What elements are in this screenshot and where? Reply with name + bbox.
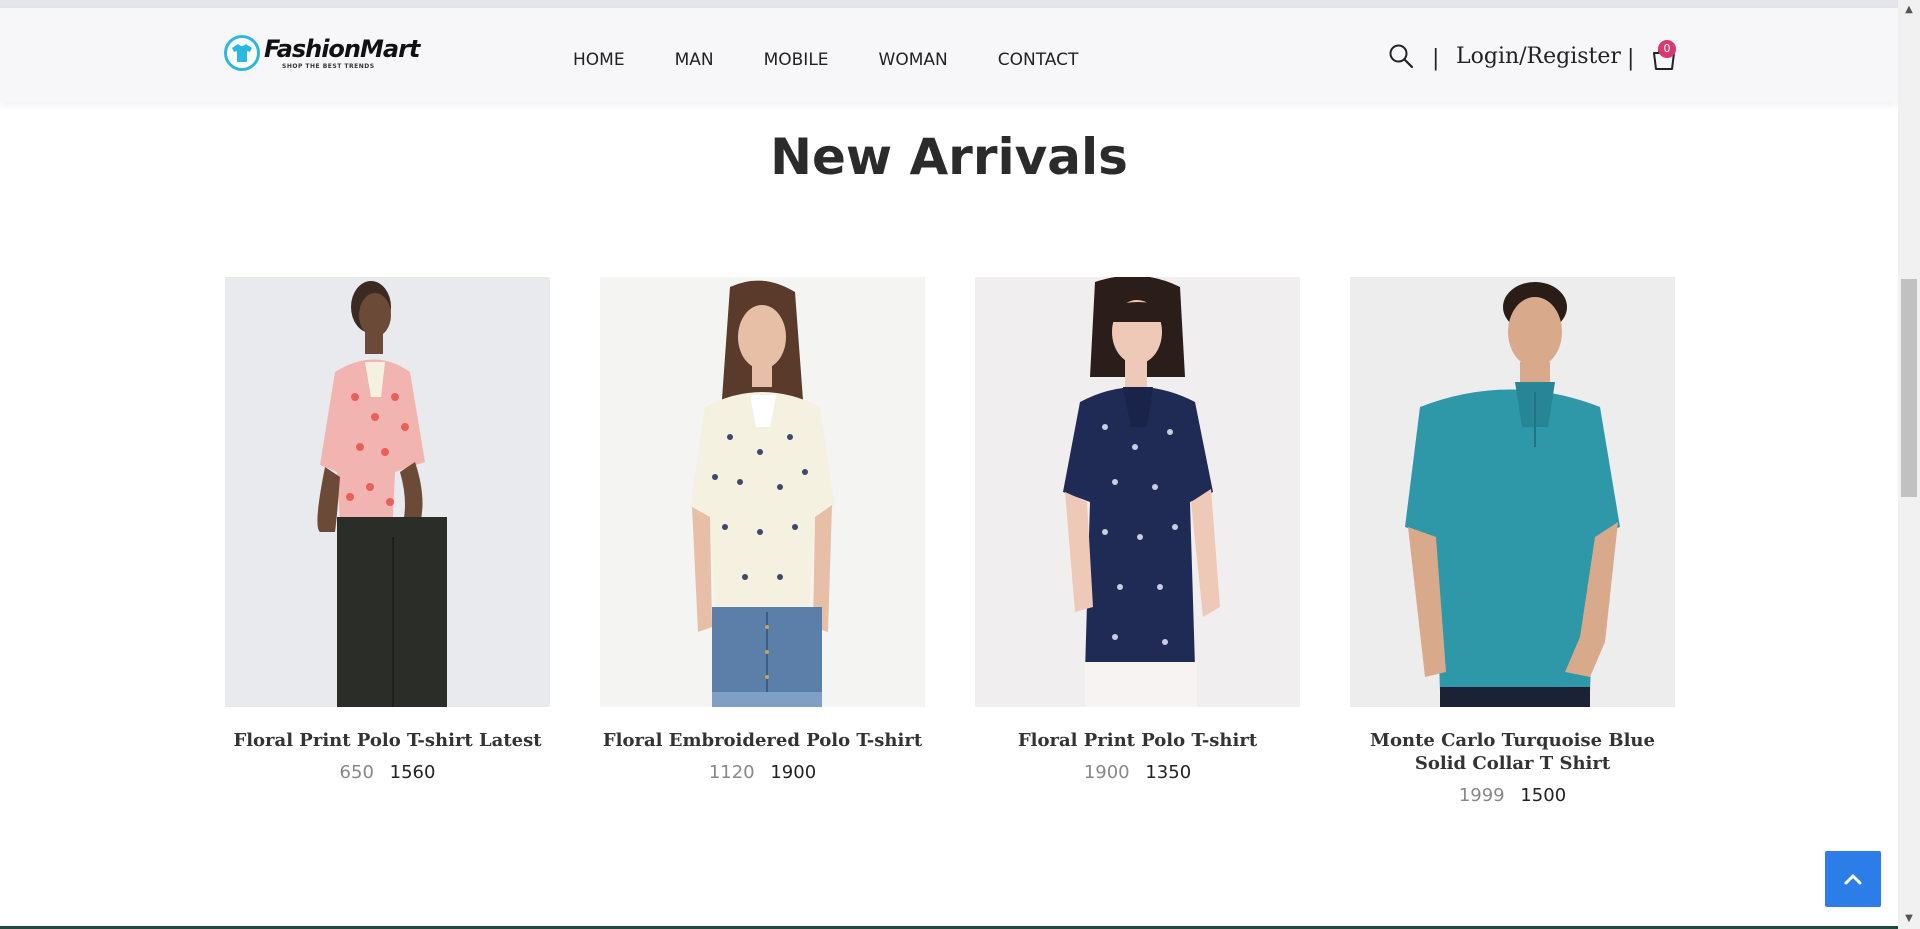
product-card: Floral Print Polo T-shirt 1900 1350 <box>975 277 1300 783</box>
section-title: New Arrivals <box>770 128 1128 186</box>
product-image[interactable] <box>225 277 550 707</box>
product-prices: 1120 1900 <box>600 762 925 783</box>
product-prices: 1999 1500 <box>1350 785 1675 806</box>
woman-pink-floral-polo-photo <box>225 277 550 707</box>
logo-title: FashionMart <box>264 34 420 63</box>
search-icon[interactable] <box>1388 43 1414 69</box>
nav-mobile[interactable]: MOBILE <box>764 50 829 70</box>
product-image[interactable] <box>600 277 925 707</box>
nav-contact[interactable]: CONTACT <box>998 50 1079 70</box>
product-name[interactable]: Floral Print Polo T-shirt <box>975 729 1300 752</box>
sale-price: 1350 <box>1145 762 1192 783</box>
man-teal-polo-photo <box>1350 277 1675 707</box>
original-price: 1999 <box>1458 785 1505 806</box>
product-image[interactable] <box>975 277 1300 707</box>
product-card: Floral Embroidered Polo T-shirt 1120 190… <box>600 277 925 783</box>
logo[interactable]: FashionMart SHOP THE BEST TRENDS <box>224 34 420 71</box>
product-card: Monte Carlo Turquoise Blue Solid Collar … <box>1350 277 1675 806</box>
main-nav: HOME MAN MOBILE WOMAN CONTACT <box>573 50 1128 70</box>
scroll-down-icon[interactable]: ▼ <box>1903 913 1915 925</box>
scroll-up-icon[interactable]: ▲ <box>1903 4 1915 16</box>
sale-price: 1500 <box>1520 785 1567 806</box>
product-card: Floral Print Polo T-shirt Latest 650 156… <box>225 277 550 783</box>
scrollbar[interactable]: ▲ ▼ <box>1898 0 1920 929</box>
separator: | <box>1432 46 1440 71</box>
product-image[interactable] <box>1350 277 1675 707</box>
woman-navy-polo-photo <box>975 277 1300 707</box>
cart-count-badge: 0 <box>1658 40 1676 58</box>
sale-price: 1900 <box>770 762 817 783</box>
scrollbar-thumb[interactable] <box>1901 279 1917 497</box>
tshirt-icon <box>224 35 260 71</box>
back-to-top-button[interactable] <box>1825 851 1881 907</box>
chevron-up-icon <box>1844 874 1862 885</box>
original-price: 650 <box>339 762 374 783</box>
logo-tagline: SHOP THE BEST TRENDS <box>282 62 375 70</box>
sale-price: 1560 <box>389 762 436 783</box>
site-header: FashionMart SHOP THE BEST TRENDS HOME MA… <box>0 8 1898 102</box>
nav-home[interactable]: HOME <box>573 50 625 70</box>
top-border <box>0 0 1898 8</box>
product-name[interactable]: Floral Print Polo T-shirt Latest <box>225 729 550 752</box>
product-name[interactable]: Floral Embroidered Polo T-shirt <box>600 729 925 752</box>
nav-woman[interactable]: WOMAN <box>879 50 948 70</box>
woman-cream-polo-photo <box>600 277 925 707</box>
separator: | <box>1627 46 1635 71</box>
product-prices: 1900 1350 <box>975 762 1300 783</box>
product-name[interactable]: Monte Carlo Turquoise Blue Solid Collar … <box>1350 729 1675 775</box>
product-prices: 650 1560 <box>225 762 550 783</box>
page: FashionMart SHOP THE BEST TRENDS HOME MA… <box>0 0 1920 929</box>
login-register-link[interactable]: Login/Register <box>1456 44 1621 69</box>
nav-man[interactable]: MAN <box>675 50 714 70</box>
original-price: 1120 <box>708 762 755 783</box>
original-price: 1900 <box>1083 762 1130 783</box>
